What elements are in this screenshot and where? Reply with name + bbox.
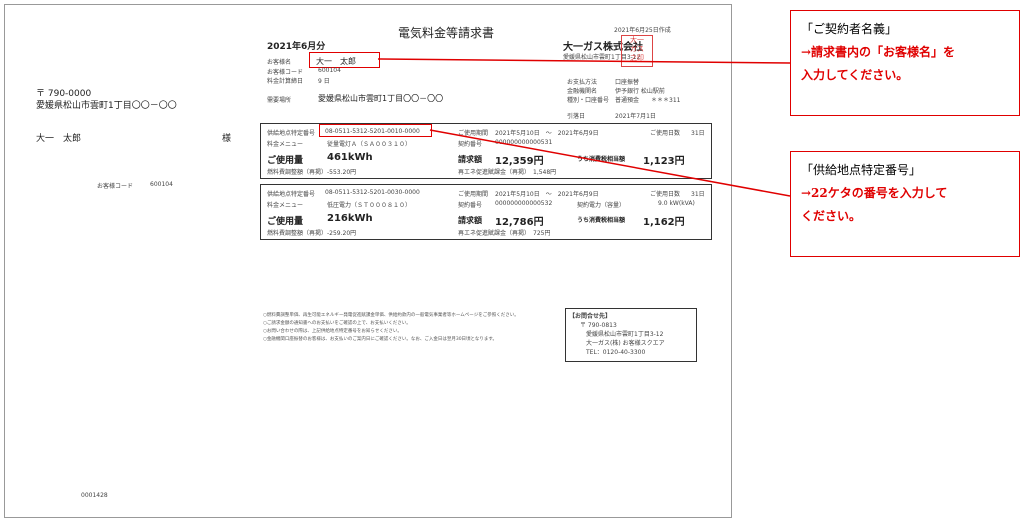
callout-supply-line1: →22ケタの番号を入力して <box>801 186 948 200</box>
callout-supply-number: 「供給地点特定番号」 →22ケタの番号を入力して ください。 <box>790 151 1020 257</box>
callout-supply-title: 「供給地点特定番号」 <box>801 163 922 177</box>
callout-name-line2: 入力してください。 <box>801 68 909 82</box>
callout-name-title: 「ご契約者名義」 <box>801 22 898 36</box>
supply-connector-line <box>429 129 791 197</box>
callout-name-line1: →請求書内の「お客様名」を <box>801 45 956 59</box>
name-connector-line <box>377 58 791 64</box>
callout-contract-name: 「ご契約者名義」 →請求書内の「お客様名」を 入力してください。 <box>790 10 1020 116</box>
callout-supply-line2: ください。 <box>801 209 862 223</box>
